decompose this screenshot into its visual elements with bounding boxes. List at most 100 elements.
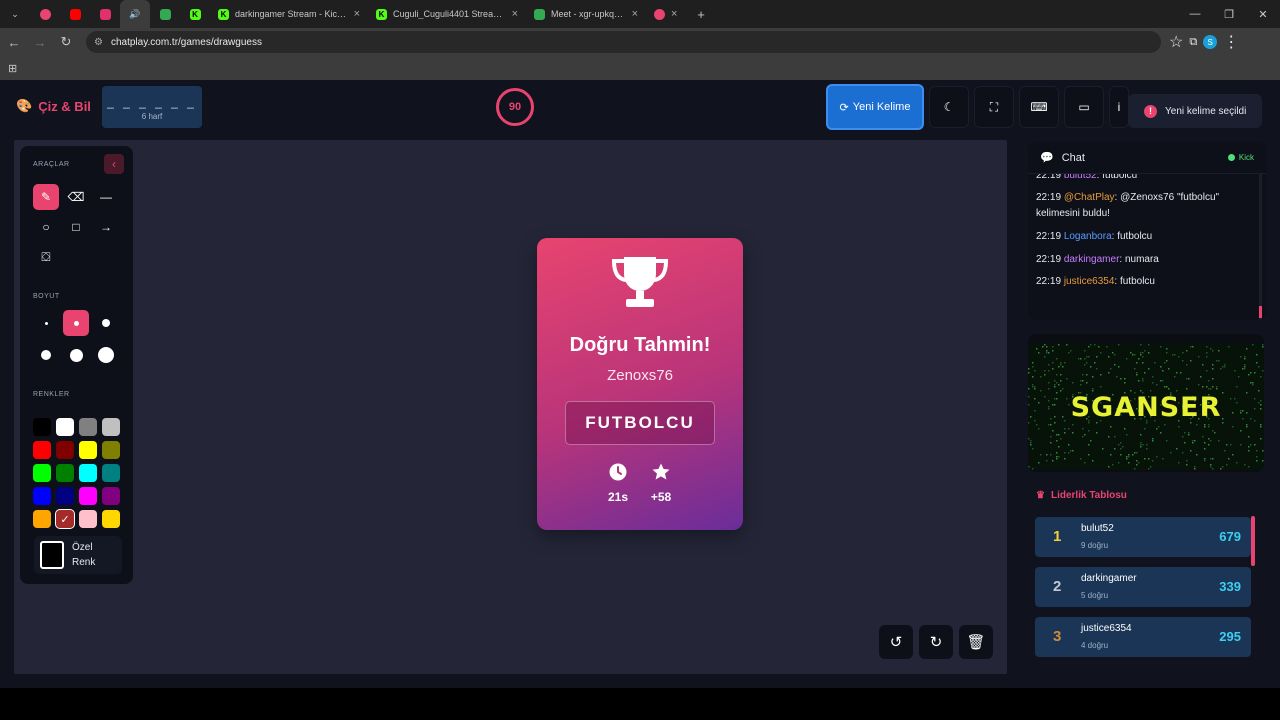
close-icon[interactable]: × (632, 8, 638, 20)
leaderboard-scroll-thumb[interactable] (1251, 516, 1255, 566)
leaderboard-title: ♛ Liderlik Tablosu (1036, 490, 1127, 501)
color-swatch[interactable] (56, 418, 74, 436)
color-swatch[interactable] (102, 441, 120, 459)
tab-6[interactable]: K darkingamer Stream - Kick Dash × (210, 0, 368, 28)
fill-tool[interactable]: ⛋ (33, 244, 59, 270)
game-app: 🎨 Çiz & Bil _ _ _ _ _ _ 6 harf 90 ⟳ Yeni… (0, 80, 1280, 688)
reload-icon[interactable]: ↻ (54, 30, 78, 54)
tab-8[interactable]: Meet - xgr-upkq-vuz × (526, 0, 646, 28)
message-user[interactable]: @ChatPlay (1064, 192, 1115, 203)
tab-0[interactable] (30, 0, 60, 28)
tab-favicon-icon (654, 8, 665, 20)
color-swatch[interactable] (56, 464, 74, 482)
keyboard-button[interactable]: ⌨ (1019, 86, 1059, 128)
menu-kebab-icon[interactable]: ⋮ (1223, 32, 1239, 52)
custom-color-button[interactable]: Özel Renk (34, 536, 122, 574)
leaderboard-name: darkingamer (1081, 573, 1137, 584)
minimize-icon[interactable]: — (1178, 0, 1212, 28)
color-swatch[interactable] (79, 487, 97, 505)
fullscreen-button[interactable]: ⛶ (974, 86, 1014, 128)
restore-icon[interactable]: ❐ (1212, 0, 1246, 28)
tab-list-button[interactable]: ⌄ (0, 0, 30, 28)
size-option-1[interactable] (33, 310, 59, 336)
message-user[interactable]: Loganbora (1064, 231, 1112, 242)
close-window-icon[interactable]: ✕ (1246, 0, 1280, 28)
size-option-2[interactable] (63, 310, 89, 336)
color-swatch[interactable]: ✓ (55, 509, 75, 529)
bookmark-star-icon[interactable]: ☆ (1169, 32, 1183, 52)
tab-4[interactable] (150, 0, 180, 28)
drawing-canvas[interactable] (14, 140, 1007, 674)
leaderboard-rank: 3 (1053, 628, 1062, 645)
close-icon[interactable]: × (512, 8, 518, 20)
close-icon[interactable]: × (354, 8, 360, 20)
url-input[interactable]: ⚙ chatplay.com.tr/games/drawguess (86, 31, 1161, 53)
redo-button[interactable]: ↻ (919, 625, 953, 659)
message-text: : numara (1119, 254, 1159, 265)
chat-panel: 💬 Chat Kick 22:19 Zenoxs76: futbolcu22:1… (1028, 142, 1266, 320)
chevron-down-icon: ⌄ (11, 8, 19, 19)
eraser-tool[interactable]: ⌫ (63, 184, 89, 210)
collapse-panel-button[interactable]: ‹ (104, 154, 124, 174)
brush-tool[interactable]: ✎ (33, 184, 59, 210)
circle-tool[interactable]: ○ (33, 214, 59, 240)
tab-7[interactable]: K Cuguli_Cuguli4401 Stream - We × (368, 0, 526, 28)
revealed-word: FUTBOLCU (565, 401, 715, 445)
tab-5[interactable]: K (180, 0, 210, 28)
apps-grid-icon[interactable]: ⊞ (8, 62, 17, 75)
size-option-4[interactable] (33, 342, 59, 368)
color-swatch[interactable] (79, 418, 97, 436)
color-swatch[interactable] (102, 510, 120, 528)
color-swatch[interactable] (102, 487, 120, 505)
size-option-5[interactable] (63, 342, 89, 368)
tab-title: Cuguli_Cuguli4401 Stream - We (393, 9, 506, 19)
archive-button[interactable]: ▭ (1064, 86, 1104, 128)
plus-icon: + (697, 6, 705, 22)
brand-logo: 🎨 Çiz & Bil (16, 98, 91, 114)
message-user[interactable]: justice6354 (1064, 276, 1115, 287)
back-icon[interactable]: ← (2, 30, 26, 54)
rectangle-tool[interactable]: □ (63, 214, 89, 240)
word-mask: _ _ _ _ _ _ (107, 95, 197, 109)
color-swatch[interactable] (33, 418, 51, 436)
arrow-tool[interactable]: → (93, 214, 119, 240)
dark-mode-button[interactable]: ☾ (929, 86, 969, 128)
chat-scrollbar[interactable] (1259, 174, 1262, 320)
color-swatch[interactable] (79, 441, 97, 459)
info-button[interactable]: i (1109, 86, 1129, 128)
message-user[interactable]: darkingamer (1064, 254, 1120, 265)
color-swatch[interactable] (56, 487, 74, 505)
leaderboard-points: 679 (1219, 529, 1241, 544)
profile-avatar[interactable]: S (1203, 35, 1218, 49)
new-tab-button[interactable]: + (686, 0, 716, 28)
extensions-icon[interactable]: ⧉ (1189, 36, 1197, 49)
clear-canvas-button[interactable]: 🗑 (959, 625, 993, 659)
color-swatch[interactable] (33, 510, 51, 528)
color-swatch[interactable] (56, 441, 74, 459)
archive-icon: ▭ (1078, 100, 1090, 114)
color-swatch[interactable] (79, 510, 97, 528)
chat-scroll-thumb[interactable] (1259, 306, 1262, 318)
site-info-icon[interactable]: ⚙ (94, 37, 103, 48)
star-icon (652, 463, 670, 480)
undo-button[interactable]: ↺ (879, 625, 913, 659)
color-swatch[interactable] (102, 464, 120, 482)
color-swatch[interactable] (33, 487, 51, 505)
tab-2[interactable] (90, 0, 120, 28)
size-option-3[interactable] (93, 310, 119, 336)
chat-source-badge: Kick (1227, 153, 1254, 162)
new-word-button[interactable]: ⟳ Yeni Kelime (826, 84, 924, 130)
tab-3[interactable]: 🔊 (120, 0, 150, 28)
bookmarks-bar: ⊞ (0, 56, 1280, 80)
line-icon: — (100, 190, 112, 204)
color-swatch[interactable] (102, 418, 120, 436)
size-option-6[interactable] (93, 342, 119, 368)
forward-icon[interactable]: → (28, 30, 52, 54)
tab-9[interactable]: × (646, 0, 686, 28)
color-swatch[interactable] (33, 464, 51, 482)
close-icon[interactable]: × (671, 8, 677, 20)
tab-1[interactable] (60, 0, 90, 28)
line-tool[interactable]: — (93, 184, 119, 210)
color-swatch[interactable] (33, 441, 51, 459)
color-swatch[interactable] (79, 464, 97, 482)
